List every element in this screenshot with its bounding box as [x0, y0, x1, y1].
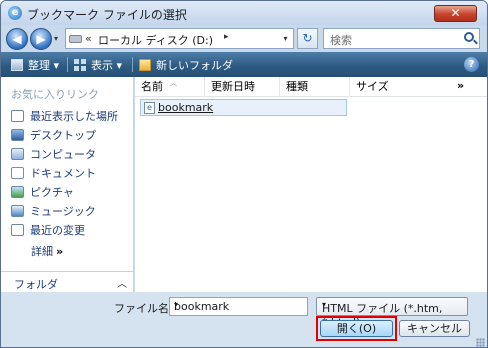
file-type-select[interactable]: HTML ファイル (*.htm, *.html) ▾ [316, 297, 468, 329]
recent-pages-chevron-down-icon[interactable]: ▾ [54, 34, 58, 43]
filename-dropdown-chevron-down-icon[interactable]: ▾ [174, 300, 304, 309]
search-placeholder: 検索 [330, 34, 352, 47]
sidebar-item-desktop[interactable]: デスクトップ [11, 127, 96, 145]
help-button[interactable]: ? [464, 57, 479, 72]
toolbar-separator [132, 57, 133, 72]
open-button[interactable]: 開く(O) [320, 320, 393, 337]
organize-icon [11, 59, 23, 71]
address-bar[interactable]: « ローカル ディスク (D:) ▸ [65, 28, 294, 49]
more-columns-icon[interactable]: » [457, 79, 464, 92]
cancel-button[interactable]: キャンセル [399, 320, 470, 337]
sidebar-item-music[interactable]: ミュージック [11, 203, 96, 221]
sidebar-item-label: ミュージック [30, 205, 96, 218]
double-chevron-icon: » [56, 245, 64, 258]
new-folder-button[interactable]: 新しいフォルダ [139, 57, 233, 73]
organize-label: 整理 ▾ [28, 59, 60, 72]
organize-menu-button[interactable]: 整理 ▾ [11, 57, 59, 73]
sort-ascending-icon: ︿ [170, 79, 177, 87]
recent-places-icon [11, 110, 24, 122]
filename-field[interactable]: bookmark ▾ [169, 297, 308, 316]
recently-changed-icon [11, 224, 24, 236]
address-overflow-icon[interactable]: « [85, 32, 92, 45]
sidebar-item-recently-changed[interactable]: 最近の変更 [11, 222, 85, 240]
sidebar-item-label: ドキュメント [30, 167, 96, 180]
window-title: ブックマーク ファイルの選択 [27, 8, 187, 22]
navigation-pane: お気に入りリンク 最近表示した場所 デスクトップ コンピュータ ドキュメント ピ… [1, 77, 134, 292]
more-links-label: 詳細 [31, 245, 53, 258]
folders-toggle[interactable]: フォルダ ︿ [1, 271, 133, 292]
column-header-name[interactable]: ︿ 名前 [135, 77, 205, 97]
more-links-button[interactable]: 詳細» [31, 243, 63, 259]
sidebar-item-label: 最近の変更 [30, 224, 85, 237]
views-menu-button[interactable]: 表示 ▾ [74, 57, 122, 73]
forward-button[interactable]: ▶ [30, 28, 52, 50]
views-label: 表示 ▾ [91, 59, 123, 72]
sidebar-item-label: 最近表示した場所 [30, 110, 118, 123]
desktop-icon [11, 129, 24, 141]
search-icon[interactable] [464, 32, 474, 42]
sidebar-item-computer[interactable]: コンピュータ [11, 146, 96, 164]
file-type-chevron-down-icon: ▾ [322, 300, 327, 309]
column-header-type[interactable]: 種類 [280, 77, 350, 97]
favorite-links-heading: お気に入りリンク [11, 88, 99, 101]
file-dialog-window: e ブックマーク ファイルの選択 ✕ ◀ ▶ ▾ « ローカル ディスク (D:… [0, 0, 488, 348]
documents-icon [11, 167, 24, 179]
pictures-icon [11, 186, 24, 198]
dialog-footer: ファイル名(N): bookmark ▾ HTML ファイル (*.htm, *… [1, 292, 487, 347]
navigation-bar: ◀ ▶ ▾ « ローカル ディスク (D:) ▸ ▾ ↻ 検索 [1, 25, 487, 52]
html-file-icon: e [144, 102, 155, 114]
file-item-bookmark[interactable]: e bookmark [140, 99, 347, 116]
refresh-button[interactable]: ↻ [297, 28, 318, 49]
search-input[interactable]: 検索 [323, 28, 480, 49]
file-list: ︿ 名前 更新日時 種類 サイズ » e bookmark [135, 77, 487, 292]
sidebar-item-label: デスクトップ [30, 129, 96, 142]
column-label: 名前 [141, 80, 163, 93]
column-header-date-modified[interactable]: 更新日時 [205, 77, 280, 97]
browser-app-icon: e [8, 6, 22, 20]
breadcrumb-arrow-icon[interactable]: ▸ [224, 32, 229, 42]
file-name: bookmark [158, 101, 214, 114]
close-button[interactable]: ✕ [434, 5, 477, 22]
toolbar-separator [67, 57, 68, 72]
address-dropdown-chevron-down-icon[interactable]: ▾ [277, 28, 294, 49]
column-header-size[interactable]: サイズ [350, 77, 450, 97]
drive-icon [69, 35, 82, 43]
folders-label: フォルダ [14, 278, 58, 291]
new-folder-label: 新しいフォルダ [156, 59, 233, 72]
column-headers: ︿ 名前 更新日時 種類 サイズ » [135, 77, 487, 97]
sidebar-item-label: コンピュータ [30, 148, 96, 161]
sidebar-item-label: ピクチャ [30, 186, 74, 199]
command-toolbar: 整理 ▾ 表示 ▾ 新しいフォルダ ? [1, 52, 487, 77]
sidebar-item-documents[interactable]: ドキュメント [11, 165, 96, 183]
new-folder-icon [139, 59, 151, 71]
views-icon [74, 59, 86, 71]
sidebar-item-recent-places[interactable]: 最近表示した場所 [11, 108, 118, 126]
back-button[interactable]: ◀ [6, 28, 28, 50]
computer-icon [11, 148, 24, 160]
address-breadcrumb[interactable]: ローカル ディスク (D:) [98, 32, 213, 48]
chevron-up-icon: ︿ [117, 279, 127, 290]
resize-grip[interactable] [476, 338, 485, 347]
music-icon [11, 205, 24, 217]
title-bar: e ブックマーク ファイルの選択 ✕ [1, 1, 487, 25]
sidebar-item-pictures[interactable]: ピクチャ [11, 184, 74, 202]
